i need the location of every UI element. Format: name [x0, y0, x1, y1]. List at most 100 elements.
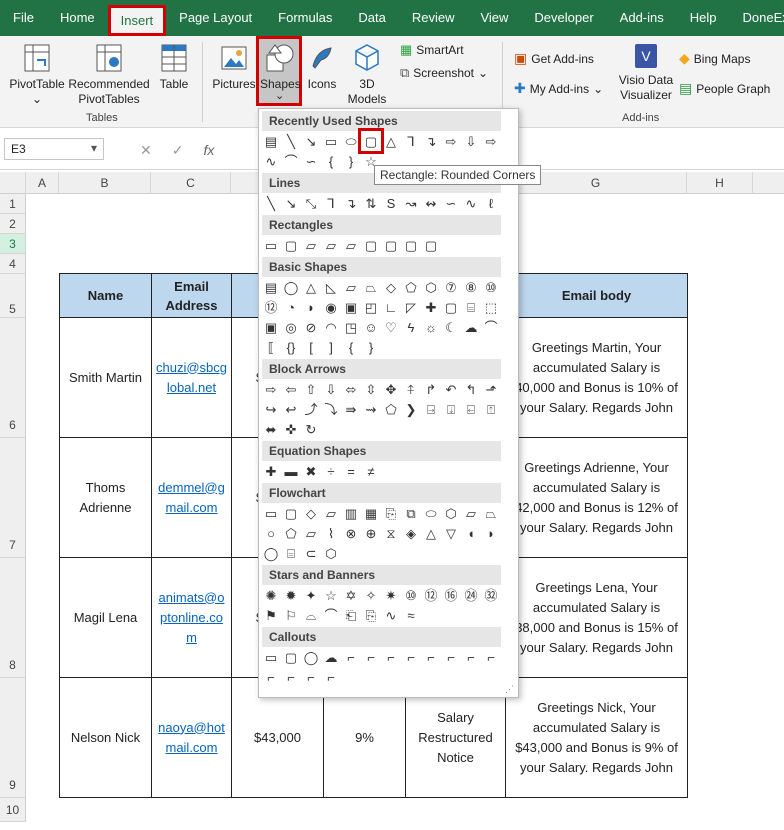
star-12-point-icon[interactable]: ⑫	[422, 587, 440, 605]
row-header[interactable]: 9	[0, 678, 26, 798]
name-box[interactable]: E3 ▾	[4, 138, 104, 160]
star-4-point-icon[interactable]: ✦	[302, 587, 320, 605]
line-callout-icon[interactable]: ⌐	[342, 649, 360, 667]
star-10-point-icon[interactable]: ⑩	[402, 587, 420, 605]
chevron-icon[interactable]: ❯	[402, 401, 420, 419]
snip-rectangle-icon[interactable]: ▱	[322, 237, 340, 255]
line-callout-icon[interactable]: ⌐	[422, 649, 440, 667]
right-arrow-callout-icon[interactable]: ⍈	[422, 401, 440, 419]
cell-email-body[interactable]: Greetings Nick, Your accumulated Salary …	[505, 677, 688, 798]
decagon-icon[interactable]: ⑩	[482, 279, 500, 297]
can-icon[interactable]: ⌸	[462, 299, 480, 317]
elbow-arrow-icon[interactable]: ↴	[422, 133, 440, 151]
bing-maps-button[interactable]: ◆ Bing Maps	[679, 50, 750, 67]
enter-icon[interactable]: ✓	[172, 142, 184, 159]
down-arrow-icon[interactable]: ⇩	[462, 133, 480, 151]
select-all-corner[interactable]	[0, 172, 26, 194]
chord-icon[interactable]: ◗	[302, 299, 320, 317]
cell-name[interactable]: Smith Martin	[59, 317, 152, 438]
off-page-connector-icon[interactable]: ⬠	[282, 525, 300, 543]
heart-icon[interactable]: ♡	[382, 319, 400, 337]
insert-function-icon[interactable]: fx	[203, 142, 214, 159]
email-link[interactable]: naoya@hotmail.com	[158, 720, 225, 755]
display-icon[interactable]: ⬡	[322, 545, 340, 563]
right-arrow-icon[interactable]: ⇨	[442, 133, 460, 151]
elbow-connector-icon[interactable]: ⅂	[322, 195, 340, 213]
visio-visualizer-button[interactable]: V Visio Data Visualizer	[616, 42, 676, 103]
oval-icon[interactable]: ◯	[282, 279, 300, 297]
star-7-point-icon[interactable]: ✧	[362, 587, 380, 605]
or-icon[interactable]: ⊕	[362, 525, 380, 543]
rectangle-icon[interactable]: ▭	[322, 133, 340, 151]
tab-review[interactable]: Review	[399, 0, 468, 36]
magnetic-disk-icon[interactable]: ⌸	[282, 545, 300, 563]
line-callout-icon[interactable]: ⌐	[402, 649, 420, 667]
star-5-point-icon[interactable]: ☆	[322, 587, 340, 605]
column-header[interactable]: C	[151, 172, 231, 194]
star-6-point-icon[interactable]: ✡	[342, 587, 360, 605]
cell-email[interactable]: animats@optonline.com	[151, 557, 232, 678]
l-shape-icon[interactable]: ∟	[382, 299, 400, 317]
smiley-face-icon[interactable]: ☺	[362, 319, 380, 337]
left-bracket-icon[interactable]: [	[302, 339, 320, 357]
cube-icon[interactable]: ⬚	[482, 299, 500, 317]
folded-corner-icon[interactable]: ◳	[342, 319, 360, 337]
shapes-button[interactable]: Shapes ⌄	[256, 36, 302, 106]
connector-icon[interactable]: ○	[262, 525, 280, 543]
email-link[interactable]: animats@optonline.com	[159, 590, 225, 645]
hexagon-icon[interactable]: ⬡	[422, 279, 440, 297]
row-header[interactable]: 4	[0, 254, 26, 274]
dodecagon-icon[interactable]: ⑫	[262, 299, 280, 317]
not-equal-icon[interactable]: ≠	[362, 463, 380, 481]
line-callout-icon[interactable]: ⌐	[262, 669, 280, 687]
cell-email[interactable]: naoya@hotmail.com	[151, 677, 232, 798]
tab-view[interactable]: View	[467, 0, 521, 36]
explosion-icon[interactable]: ✺	[262, 587, 280, 605]
internal-storage-icon[interactable]: ▦	[362, 505, 380, 523]
curved-left-arrow-icon[interactable]: ↩	[282, 401, 300, 419]
explosion-icon[interactable]: ✹	[282, 587, 300, 605]
snip-rectangle-icon[interactable]: ▱	[342, 237, 360, 255]
screenshot-button[interactable]: ⧉ Screenshot ⌄	[400, 65, 488, 81]
resize-grip-icon[interactable]: ⋰	[505, 684, 514, 695]
right-arrow-icon[interactable]: ⇨	[262, 381, 280, 399]
divide-icon[interactable]: ÷	[322, 463, 340, 481]
octagon-icon[interactable]: ⑧	[462, 279, 480, 297]
predefined-process-icon[interactable]: ▥	[342, 505, 360, 523]
line-callout-icon[interactable]: ⌐	[362, 649, 380, 667]
minus-icon[interactable]: ▬	[282, 463, 300, 481]
cloud-icon[interactable]: ☁	[462, 319, 480, 337]
left-right-arrow-callout-icon[interactable]: ⬌	[262, 421, 280, 439]
elbow-arrow-icon[interactable]: ↴	[342, 195, 360, 213]
quad-arrow-icon[interactable]: ✥	[382, 381, 400, 399]
collate-icon[interactable]: ⧖	[382, 525, 400, 543]
card-icon[interactable]: ▱	[302, 525, 320, 543]
left-up-arrow-icon[interactable]: ↰	[462, 381, 480, 399]
stored-data-icon[interactable]: ◖	[462, 525, 480, 543]
curved-up-arrow-icon[interactable]: ⤴	[302, 401, 320, 419]
star-8-point-icon[interactable]: ✷	[382, 587, 400, 605]
right-triangle-icon[interactable]: ◺	[322, 279, 340, 297]
header-name[interactable]: Name	[59, 273, 152, 318]
vertical-scroll-icon[interactable]: ⎗	[342, 607, 360, 625]
data-icon[interactable]: ▱	[322, 505, 340, 523]
left-brace-icon[interactable]: {	[342, 339, 360, 357]
process-icon[interactable]: ▭	[262, 505, 280, 523]
cell-name[interactable]: Nelson Nick	[59, 677, 152, 798]
row-header[interactable]: 3	[0, 234, 26, 254]
tab-developer[interactable]: Developer	[521, 0, 606, 36]
table-button[interactable]: Table	[154, 42, 194, 92]
line-callout-icon[interactable]: ⌐	[442, 649, 460, 667]
direct-access-storage-icon[interactable]: ⊂	[302, 545, 320, 563]
right-bracket-icon[interactable]: ]	[322, 339, 340, 357]
right-brace-icon[interactable]: }	[342, 153, 360, 171]
trapezoid-icon[interactable]: ⏢	[362, 279, 380, 297]
elbow-connector-icon[interactable]: ⅂	[402, 133, 420, 151]
tab-add-ins[interactable]: Add-ins	[607, 0, 677, 36]
tab-file[interactable]: File	[0, 0, 47, 36]
sequential-storage-icon[interactable]: ◯	[262, 545, 280, 563]
summing-junction-icon[interactable]: ⊗	[342, 525, 360, 543]
ribbon-up-icon[interactable]: ⚑	[262, 607, 280, 625]
up-arrow-callout-icon[interactable]: ⍐	[482, 401, 500, 419]
cell-name[interactable]: Magil Lena	[59, 557, 152, 678]
